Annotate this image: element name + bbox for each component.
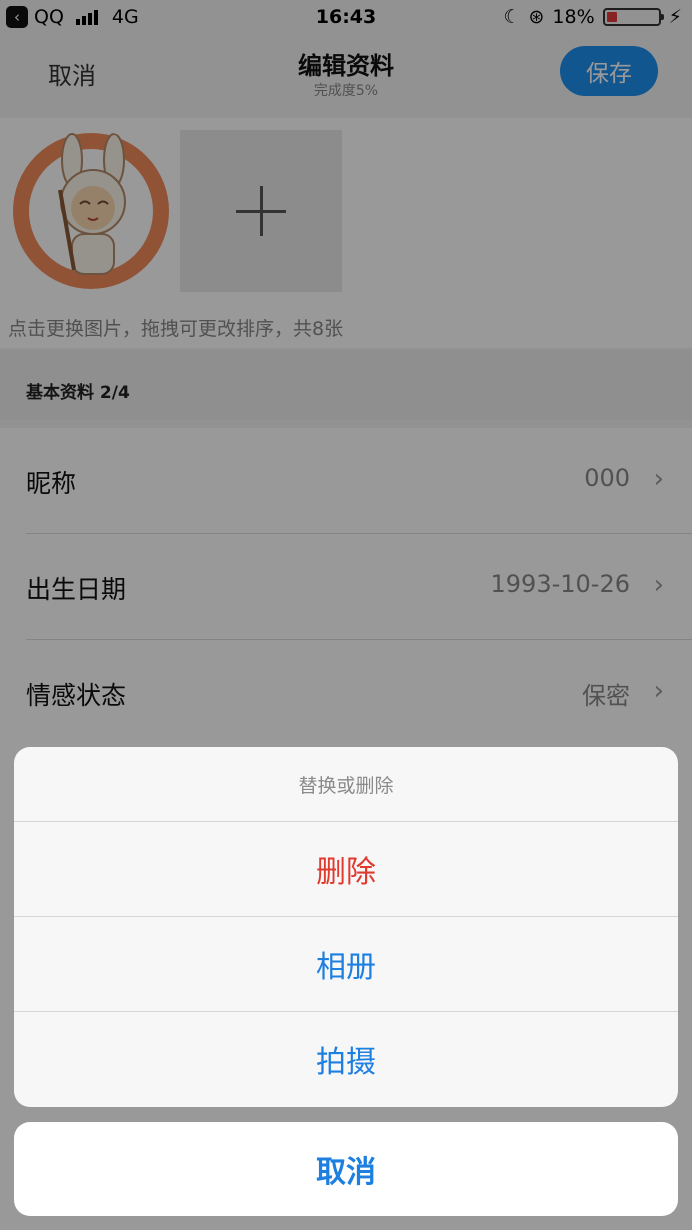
sogou-logo-icon: S	[519, 1142, 560, 1182]
watermark: S 搜狗指南	[519, 1142, 670, 1182]
watermark-text: 搜狗指南	[565, 1149, 670, 1180]
action-sheet: 替换或删除 删除 相册 拍摄	[14, 747, 678, 1107]
camera-button[interactable]: 拍摄	[14, 1011, 678, 1106]
album-button[interactable]: 相册	[14, 916, 678, 1011]
watermark-url: zhinan.sogou.com	[534, 1184, 662, 1200]
action-sheet-title: 替换或删除	[298, 774, 394, 797]
delete-button[interactable]: 删除	[14, 821, 678, 916]
